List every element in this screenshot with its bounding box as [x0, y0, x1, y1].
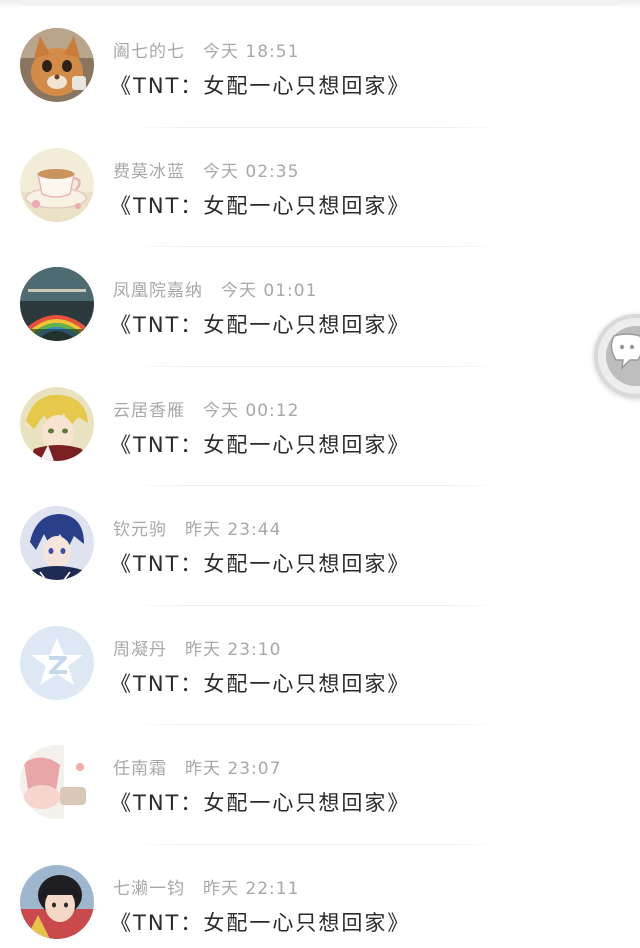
timestamp: 昨天 22:11 [203, 878, 300, 899]
comment-text: 《TNT：女配一心只想回家》 [110, 671, 411, 696]
anime-boy-blue-avatar[interactable] [20, 506, 94, 580]
comment-text: 《TNT：女配一心只想回家》 [110, 193, 411, 218]
username[interactable]: 费莫冰蓝 [113, 162, 185, 182]
child-photo-avatar[interactable] [20, 864, 94, 939]
comment-meta: 七濑一钧 昨天 22:11 [113, 874, 300, 899]
timestamp: 昨天 23:07 [185, 759, 282, 779]
comment-text: 《TNT：女配一心只想回家》 [110, 910, 411, 935]
comment-list[interactable]: 阖七的七 今天 18:51 《TNT：女配一心只想回家》 费莫冰蓝 今天 02:… [0, 8, 640, 948]
comment-text: 《TNT：女配一心只想回家》 [110, 791, 411, 815]
username[interactable]: 任南霜 [113, 759, 167, 779]
username[interactable]: 凤凰院嘉纳 [113, 281, 203, 301]
list-item[interactable]: 费莫冰蓝 今天 02:35 《TNT：女配一心只想回家》 [0, 128, 640, 247]
list-item[interactable]: 周凝丹 昨天 23:10 《TNT：女配一心只想回家》 [0, 606, 640, 725]
list-item[interactable]: 凤凰院嘉纳 今天 01:01 《TNT：女配一心只想回家》 [0, 247, 640, 367]
comment-meta: 任南霜 昨天 23:07 [113, 754, 282, 779]
username[interactable]: 云居香雁 [113, 401, 185, 421]
rainbow-avatar[interactable] [20, 267, 94, 341]
list-item[interactable]: 钦元驹 昨天 23:44 《TNT：女配一心只想回家》 [0, 486, 640, 606]
default-avatar[interactable] [20, 625, 94, 700]
teacup-avatar[interactable] [20, 147, 94, 222]
username[interactable]: 阖七的七 [113, 42, 185, 62]
comment-list-screen: 阖七的七 今天 18:51 《TNT：女配一心只想回家》 费莫冰蓝 今天 02:… [0, 0, 640, 948]
list-item[interactable]: 七濑一钧 昨天 22:11 《TNT：女配一心只想回家》 [0, 845, 640, 948]
comment-text: 《TNT：女配一心只想回家》 [110, 432, 411, 457]
pink-photo-avatar[interactable] [20, 745, 94, 819]
comment-meta: 钦元驹 昨天 23:44 [113, 515, 282, 540]
list-item[interactable]: 云居香雁 今天 00:12 《TNT：女配一心只想回家》 [0, 367, 640, 486]
timestamp: 今天 02:35 [203, 161, 300, 182]
comment-meta: 云居香雁 今天 00:12 [113, 396, 300, 421]
top-card-edge [0, 0, 640, 8]
comment-text: 《TNT：女配一心只想回家》 [110, 552, 411, 576]
comment-meta: 阖七的七 今天 18:51 [113, 37, 300, 62]
list-item[interactable]: 任南霜 昨天 23:07 《TNT：女配一心只想回家》 [0, 725, 640, 845]
timestamp: 今天 00:12 [203, 400, 300, 421]
comment-meta: 周凝丹 昨天 23:10 [113, 635, 282, 660]
comment-text: 《TNT：女配一心只想回家》 [110, 74, 411, 98]
timestamp: 昨天 23:10 [185, 639, 282, 660]
comment-text: 《TNT：女配一心只想回家》 [110, 313, 411, 337]
timestamp: 今天 18:51 [203, 42, 300, 62]
username[interactable]: 钦元驹 [113, 520, 167, 540]
comment-meta: 费莫冰蓝 今天 02:35 [113, 157, 300, 182]
cat-avatar[interactable] [20, 28, 94, 102]
timestamp: 今天 01:01 [221, 281, 318, 301]
chat-bubble-icon [610, 333, 640, 371]
anime-boy-blond-avatar[interactable] [20, 386, 94, 461]
username[interactable]: 周凝丹 [113, 640, 167, 660]
comment-meta: 凤凰院嘉纳 今天 01:01 [113, 276, 318, 301]
username[interactable]: 七濑一钧 [113, 879, 185, 899]
list-item[interactable]: 阖七的七 今天 18:51 《TNT：女配一心只想回家》 [0, 8, 640, 128]
timestamp: 昨天 23:44 [185, 520, 282, 540]
